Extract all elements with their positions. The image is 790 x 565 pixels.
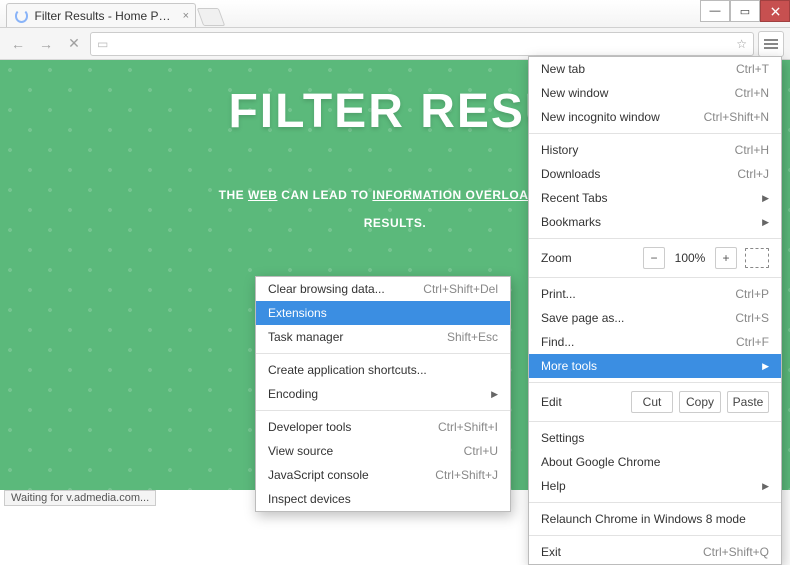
cut-button[interactable]: Cut (631, 391, 673, 413)
menu-downloads[interactable]: DownloadsCtrl+J (529, 162, 781, 186)
menu-relaunch[interactable]: Relaunch Chrome in Windows 8 mode (529, 507, 781, 531)
chrome-menu: New tabCtrl+T New windowCtrl+N New incog… (528, 56, 782, 565)
menu-bookmarks[interactable]: Bookmarks▶ (529, 210, 781, 234)
sub-view-source[interactable]: View sourceCtrl+U (256, 439, 510, 463)
maximize-button[interactable]: ▭ (730, 0, 760, 22)
menu-zoom-row: Zoom − 100% + (529, 243, 781, 273)
menu-edit-row: Edit Cut Copy Paste (529, 387, 781, 417)
page-icon: ▭ (97, 37, 108, 51)
zoom-value: 100% (673, 251, 707, 265)
address-bar[interactable]: ▭ ☆ (90, 32, 754, 56)
sub-inspect-devices[interactable]: Inspect devices (256, 487, 510, 511)
menu-new-tab[interactable]: New tabCtrl+T (529, 57, 781, 81)
more-tools-submenu: Clear browsing data...Ctrl+Shift+Del Ext… (255, 276, 511, 512)
menu-exit[interactable]: ExitCtrl+Shift+Q (529, 540, 781, 564)
tab-close-icon[interactable]: × (183, 10, 189, 22)
chevron-right-icon: ▶ (762, 217, 769, 228)
bookmark-star-icon[interactable]: ☆ (736, 37, 747, 51)
fullscreen-button[interactable] (745, 248, 769, 268)
browser-tab[interactable]: Filter Results - Home Page × (6, 3, 196, 27)
menu-print[interactable]: Print...Ctrl+P (529, 282, 781, 306)
chevron-right-icon: ▶ (762, 193, 769, 204)
sub-task-manager[interactable]: Task managerShift+Esc (256, 325, 510, 349)
menu-settings[interactable]: Settings (529, 426, 781, 450)
menu-find[interactable]: Find...Ctrl+F (529, 330, 781, 354)
loading-spinner-icon (15, 9, 28, 23)
menu-history[interactable]: HistoryCtrl+H (529, 138, 781, 162)
stop-reload-button[interactable]: ✕ (62, 32, 86, 56)
link-info-overload[interactable]: INFORMATION OVERLOAD (372, 188, 537, 202)
back-button[interactable]: ← (6, 32, 30, 56)
link-web[interactable]: WEB (248, 188, 278, 202)
new-tab-button[interactable] (197, 8, 226, 26)
zoom-out-button[interactable]: − (643, 247, 665, 269)
menu-new-incognito[interactable]: New incognito windowCtrl+Shift+N (529, 105, 781, 129)
window-buttons: — ▭ (700, 0, 790, 22)
sub-js-console[interactable]: JavaScript consoleCtrl+Shift+J (256, 463, 510, 487)
paste-button[interactable]: Paste (727, 391, 769, 413)
chevron-right-icon: ▶ (762, 361, 769, 372)
tab-title: Filter Results - Home Page (34, 9, 171, 23)
menu-save-as[interactable]: Save page as...Ctrl+S (529, 306, 781, 330)
menu-about[interactable]: About Google Chrome (529, 450, 781, 474)
menu-new-window[interactable]: New windowCtrl+N (529, 81, 781, 105)
sub-clear-browsing[interactable]: Clear browsing data...Ctrl+Shift+Del (256, 277, 510, 301)
zoom-label: Zoom (541, 251, 635, 265)
zoom-in-button[interactable]: + (715, 247, 737, 269)
menu-help[interactable]: Help▶ (529, 474, 781, 498)
chevron-right-icon: ▶ (491, 389, 498, 400)
menu-more-tools[interactable]: More tools▶ (529, 354, 781, 378)
menu-recent-tabs[interactable]: Recent Tabs▶ (529, 186, 781, 210)
sub-encoding[interactable]: Encoding▶ (256, 382, 510, 406)
sub-extensions[interactable]: Extensions (256, 301, 510, 325)
chrome-menu-button[interactable] (758, 31, 784, 57)
forward-button[interactable]: → (34, 32, 58, 56)
window-close-button[interactable] (760, 0, 790, 22)
edit-label: Edit (541, 395, 625, 409)
sub-create-shortcuts[interactable]: Create application shortcuts... (256, 358, 510, 382)
minimize-button[interactable]: — (700, 0, 730, 22)
titlebar: Filter Results - Home Page × — ▭ (0, 0, 790, 28)
chevron-right-icon: ▶ (762, 481, 769, 492)
copy-button[interactable]: Copy (679, 391, 721, 413)
sub-dev-tools[interactable]: Developer toolsCtrl+Shift+I (256, 415, 510, 439)
status-bar: Waiting for v.admedia.com... (4, 490, 156, 506)
